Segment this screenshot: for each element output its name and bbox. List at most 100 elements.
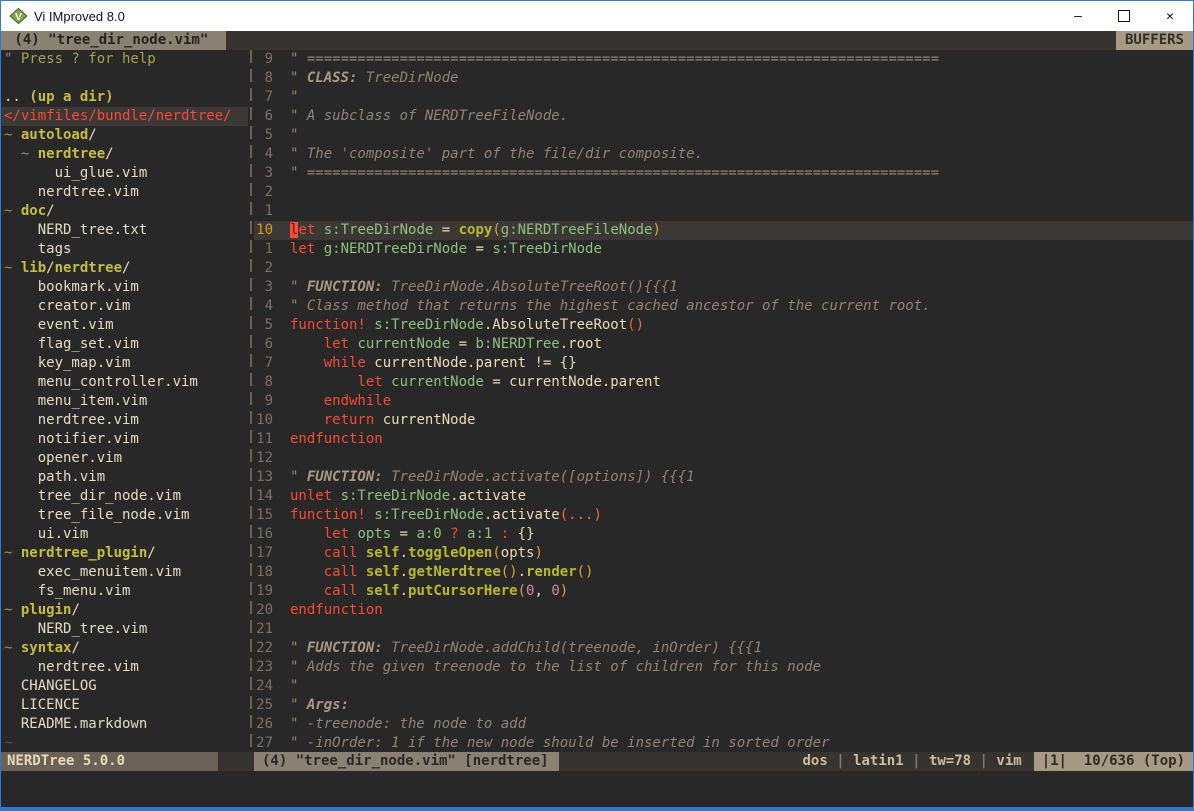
tree-item[interactable]: bookmark.vim <box>1 278 248 297</box>
tree-item[interactable]: tree_dir_node.vim <box>1 487 248 506</box>
code-text: function! s:TreeDirNode.AbsoluteTreeRoot… <box>290 316 1193 335</box>
close-button[interactable]: ✕ <box>1147 1 1193 31</box>
tree-item[interactable]: path.vim <box>1 468 248 487</box>
code-line[interactable]: 10 return currentNode <box>254 411 1193 430</box>
tree-item[interactable]: NERD_tree.vim <box>1 620 248 639</box>
window-border-bottom <box>1 807 1193 810</box>
code-line[interactable]: 10let s:TreeDirNode = copy(g:NERDTreeFil… <box>254 221 1193 240</box>
tab-active-buffer[interactable]: (4) "tree_dir_node.vim" <box>1 31 226 50</box>
tree-item[interactable]: ~ doc/ <box>1 202 248 221</box>
tree-item[interactable]: notifier.vim <box>1 430 248 449</box>
code-text: " -inOrder: 1 if the new node should be … <box>290 734 1193 752</box>
code-line[interactable]: 25" Args: <box>254 696 1193 715</box>
code-line[interactable]: 4" The 'composite' part of the file/dir … <box>254 145 1193 164</box>
code-line[interactable]: 9 endwhile <box>254 392 1193 411</box>
code-line[interactable]: 19 call self.putCursorHere(0, 0) <box>254 582 1193 601</box>
line-number: 26 <box>254 715 290 734</box>
code-line[interactable]: 23" Adds the given treenode to the list … <box>254 658 1193 677</box>
tree-item[interactable]: </vimfiles/bundle/nerdtree/ <box>1 107 248 126</box>
tree-item[interactable]: ~ lib/nerdtree/ <box>1 259 248 278</box>
tree-item[interactable]: " Press ? for help <box>1 50 248 69</box>
code-line[interactable]: 7" <box>254 88 1193 107</box>
line-number: 8 <box>254 69 290 88</box>
maximize-icon <box>1118 10 1130 22</box>
line-number: 16 <box>254 525 290 544</box>
tree-item[interactable]: menu_controller.vim <box>1 373 248 392</box>
code-line[interactable]: 6 let currentNode = b:NERDTree.root <box>254 335 1193 354</box>
tree-item[interactable]: CHANGELOG <box>1 677 248 696</box>
tree-item[interactable]: .. (up a dir) <box>1 88 248 107</box>
maximize-button[interactable] <box>1101 1 1147 31</box>
tree-item[interactable]: nerdtree.vim <box>1 183 248 202</box>
tree-item[interactable]: event.vim <box>1 316 248 335</box>
tree-item[interactable]: README.markdown <box>1 715 248 734</box>
code-text: " <box>290 677 1193 696</box>
code-text: " FUNCTION: TreeDirNode.AbsoluteTreeRoot… <box>290 278 1193 297</box>
code-line[interactable]: 1 <box>254 202 1193 221</box>
tree-item[interactable]: ~ nerdtree_plugin/ <box>1 544 248 563</box>
line-number: 22 <box>254 639 290 658</box>
tree-item[interactable]: tags <box>1 240 248 259</box>
code-line[interactable]: 17 call self.toggleOpen(opts) <box>254 544 1193 563</box>
command-line[interactable] <box>1 771 1193 807</box>
code-line[interactable]: 24" <box>254 677 1193 696</box>
code-line[interactable]: 22" FUNCTION: TreeDirNode.addChild(treen… <box>254 639 1193 658</box>
code-line[interactable]: 4" Class method that returns the highest… <box>254 297 1193 316</box>
code-line[interactable]: 6" A subclass of NERDTreeFileNode. <box>254 107 1193 126</box>
statusline-position: |1| 10/636 (Top) <box>1034 752 1193 771</box>
tree-item[interactable]: ui_glue.vim <box>1 164 248 183</box>
code-text: " <box>290 88 1193 107</box>
code-line[interactable]: 14unlet s:TreeDirNode.activate <box>254 487 1193 506</box>
code-line[interactable]: 27" -inOrder: 1 if the new node should b… <box>254 734 1193 752</box>
line-number: 8 <box>254 373 290 392</box>
tree-item[interactable]: ~ <box>1 734 248 752</box>
tree-item[interactable]: LICENCE <box>1 696 248 715</box>
vertical-split-separator[interactable] <box>248 50 254 752</box>
tree-item[interactable]: exec_menuitem.vim <box>1 563 248 582</box>
code-line[interactable]: 3" FUNCTION: TreeDirNode.AbsoluteTreeRoo… <box>254 278 1193 297</box>
code-line[interactable]: 18 call self.getNerdtree().render() <box>254 563 1193 582</box>
code-line[interactable]: 8 let currentNode = currentNode.parent <box>254 373 1193 392</box>
svg-text:V: V <box>15 12 22 23</box>
code-line[interactable]: 5function! s:TreeDirNode.AbsoluteTreeRoo… <box>254 316 1193 335</box>
code-line[interactable]: 16 let opts = a:0 ? a:1 : {} <box>254 525 1193 544</box>
tree-item[interactable]: creator.vim <box>1 297 248 316</box>
editor-pane[interactable]: 9" =====================================… <box>254 50 1193 752</box>
tree-item[interactable]: ui.vim <box>1 525 248 544</box>
code-line[interactable]: 1let g:NERDTreeDirNode = s:TreeDirNode <box>254 240 1193 259</box>
code-line[interactable]: 3" =====================================… <box>254 164 1193 183</box>
code-line[interactable]: 11endfunction <box>254 430 1193 449</box>
code-line[interactable]: 2 <box>254 183 1193 202</box>
tree-item[interactable]: key_map.vim <box>1 354 248 373</box>
tree-item[interactable]: flag_set.vim <box>1 335 248 354</box>
code-line[interactable]: 8" CLASS: TreeDirNode <box>254 69 1193 88</box>
code-text: " Args: <box>290 696 1193 715</box>
tree-item[interactable]: ~ plugin/ <box>1 601 248 620</box>
code-line[interactable]: 2 <box>254 259 1193 278</box>
code-text: let g:NERDTreeDirNode = s:TreeDirNode <box>290 240 1193 259</box>
tree-item[interactable]: fs_menu.vim <box>1 582 248 601</box>
minimize-button[interactable]: — <box>1055 1 1101 31</box>
tree-item[interactable]: tree_file_node.vim <box>1 506 248 525</box>
tree-item[interactable]: NERD_tree.txt <box>1 221 248 240</box>
tree-item[interactable]: nerdtree.vim <box>1 411 248 430</box>
tree-item[interactable]: opener.vim <box>1 449 248 468</box>
tree-item[interactable]: menu_item.vim <box>1 392 248 411</box>
code-line[interactable]: 5" <box>254 126 1193 145</box>
code-text <box>290 202 1193 221</box>
tree-item[interactable]: ~ nerdtree/ <box>1 145 248 164</box>
code-line[interactable]: 15function! s:TreeDirNode.activate(...) <box>254 506 1193 525</box>
tree-item[interactable]: nerdtree.vim <box>1 658 248 677</box>
code-line[interactable]: 13" FUNCTION: TreeDirNode.activate([opti… <box>254 468 1193 487</box>
tree-item[interactable] <box>1 69 248 88</box>
tree-item[interactable]: ~ syntax/ <box>1 639 248 658</box>
code-line[interactable]: 7 while currentNode.parent != {} <box>254 354 1193 373</box>
nerdtree-sidebar[interactable]: " Press ? for help .. (up a dir)</vimfile… <box>1 50 248 752</box>
code-text: " FUNCTION: TreeDirNode.addChild(treenod… <box>290 639 1193 658</box>
code-line[interactable]: 9" =====================================… <box>254 50 1193 69</box>
code-line[interactable]: 26" -treenode: the node to add <box>254 715 1193 734</box>
code-line[interactable]: 20endfunction <box>254 601 1193 620</box>
tree-item[interactable]: ~ autoload/ <box>1 126 248 145</box>
code-line[interactable]: 12 <box>254 449 1193 468</box>
code-line[interactable]: 21 <box>254 620 1193 639</box>
